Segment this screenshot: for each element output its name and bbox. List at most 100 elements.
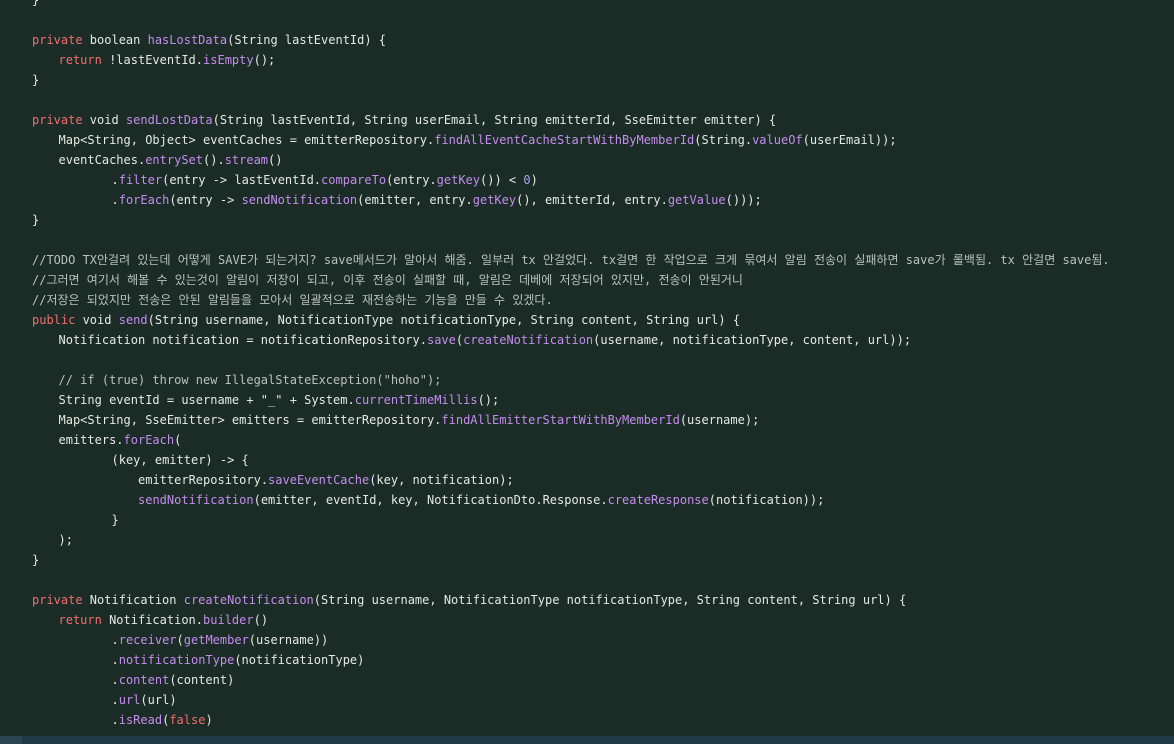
code-line[interactable]: Map<String, SseEmitter> emitters = emitt… bbox=[59, 410, 760, 430]
code-token: () bbox=[268, 153, 283, 167]
code-token: //그러면 여기서 해볼 수 있는것이 알림이 저장이 되고, 이후 전송이 실… bbox=[32, 273, 743, 287]
code-token: findAllEmitterStartWithByMemberId bbox=[441, 413, 680, 427]
code-token: (content) bbox=[169, 673, 235, 687]
code-token: . bbox=[111, 713, 119, 727]
code-token: sendLostData bbox=[125, 113, 213, 127]
code-token: compareTo bbox=[321, 173, 387, 187]
code-line[interactable]: Map<String, Object> eventCaches = emitte… bbox=[59, 130, 897, 150]
code-token: (entry -> lastEventId. bbox=[162, 173, 322, 187]
code-token: forEach bbox=[123, 433, 175, 447]
code-token: emitters. bbox=[58, 433, 124, 447]
code-line[interactable]: (key, emitter) -> { bbox=[112, 450, 249, 470]
code-line[interactable]: private boolean hasLostData(String lastE… bbox=[32, 30, 386, 50]
code-line[interactable]: // if (true) throw new IllegalStateExcep… bbox=[59, 370, 442, 390]
code-line[interactable]: } bbox=[32, 550, 39, 570]
code-token: return bbox=[58, 53, 102, 67]
code-line[interactable]: return !lastEventId.isEmpty(); bbox=[59, 50, 276, 70]
code-token: valueOf bbox=[752, 133, 803, 147]
code-token: (String lastEventId) { bbox=[227, 33, 387, 47]
code-line[interactable]: emitters.forEach( bbox=[59, 430, 182, 450]
code-token: ) bbox=[205, 713, 213, 727]
code-line[interactable]: .notificationType(notificationType) bbox=[112, 650, 365, 670]
code-token: (username, notificationType, content, ur… bbox=[593, 333, 912, 347]
code-token: save bbox=[426, 333, 456, 347]
code-token: (key, notification); bbox=[369, 473, 514, 487]
code-token: (); bbox=[477, 393, 500, 407]
code-line[interactable]: ); bbox=[59, 530, 73, 550]
code-token: //저장은 되었지만 전송은 안된 알림들을 모아서 일괄적으로 재전송하는 기… bbox=[32, 293, 553, 307]
code-token: hasLostData bbox=[147, 33, 228, 47]
status-bar bbox=[0, 736, 1174, 744]
code-line[interactable]: private Notification createNotification(… bbox=[32, 590, 906, 610]
code-token: (emitter, entry. bbox=[357, 193, 473, 207]
code-token: } bbox=[32, 0, 40, 7]
code-token: builder bbox=[203, 613, 254, 627]
code-editor[interactable]: } private boolean hasLostData(String last… bbox=[0, 0, 1174, 736]
code-token: (url) bbox=[140, 693, 177, 707]
code-token: emitterRepository. bbox=[138, 473, 269, 487]
code-line[interactable]: } bbox=[32, 0, 39, 10]
code-token: send bbox=[118, 313, 148, 327]
code-token: . bbox=[111, 693, 119, 707]
code-line[interactable]: .url(url) bbox=[112, 690, 177, 710]
code-token: Notification notification = notification… bbox=[58, 333, 427, 347]
code-token: Notification bbox=[82, 593, 184, 607]
code-line[interactable]: //TODO TX안걸려 있는데 어떻게 SAVE가 되는거지? save메서드… bbox=[32, 250, 1110, 270]
code-token: getKey bbox=[472, 193, 517, 207]
code-token: //TODO TX안걸려 있는데 어떻게 SAVE가 되는거지? save메서드… bbox=[32, 253, 1110, 267]
code-line[interactable]: Notification notification = notification… bbox=[59, 330, 912, 350]
code-token: createResponse bbox=[607, 493, 709, 507]
code-token: (String username, NotificationType notif… bbox=[313, 593, 907, 607]
code-token: findAllEventCacheStartWithByMemberId bbox=[434, 133, 695, 147]
code-line[interactable]: } bbox=[112, 510, 119, 530]
code-line[interactable]: //그러면 여기서 해볼 수 있는것이 알림이 저장이 되고, 이후 전송이 실… bbox=[32, 270, 743, 290]
code-token: (key, emitter) -> { bbox=[111, 453, 249, 467]
code-line[interactable]: String eventId = username + "_" + System… bbox=[59, 390, 500, 410]
code-token: filter bbox=[118, 173, 163, 187]
code-token: } bbox=[32, 213, 40, 227]
code-token: sendNotification bbox=[138, 493, 254, 507]
code-line[interactable]: .receiver(getMember(username)) bbox=[112, 630, 329, 650]
code-line[interactable]: return Notification.builder() bbox=[59, 610, 269, 630]
code-token: currentTimeMillis bbox=[354, 393, 478, 407]
code-token: stream bbox=[224, 153, 269, 167]
code-token: (). bbox=[203, 153, 225, 167]
code-token: (); bbox=[253, 53, 276, 67]
code-line[interactable]: .forEach(entry -> sendNotification(emitt… bbox=[112, 190, 762, 210]
code-token: url bbox=[118, 693, 141, 707]
code-token: (notificationType) bbox=[234, 653, 365, 667]
code-token: sendNotification bbox=[241, 193, 358, 207]
code-token: entrySet bbox=[145, 153, 203, 167]
code-line[interactable]: .filter(entry -> lastEventId.compareTo(e… bbox=[112, 170, 538, 190]
code-token: String eventId = username + bbox=[58, 393, 261, 407]
code-line[interactable]: private void sendLostData(String lastEve… bbox=[32, 110, 776, 130]
code-line[interactable]: .isRead(false) bbox=[112, 710, 213, 730]
code-line[interactable]: eventCaches.entrySet().stream() bbox=[59, 150, 283, 170]
code-token: // if (true) throw new IllegalStateExcep… bbox=[58, 373, 442, 387]
code-token: (username)) bbox=[248, 633, 329, 647]
code-line[interactable]: } bbox=[32, 70, 39, 90]
code-line[interactable]: public void send(String username, Notifi… bbox=[32, 310, 740, 330]
code-token: private bbox=[32, 33, 83, 47]
code-token: (), emitterId, entry. bbox=[516, 193, 668, 207]
code-token: getValue bbox=[667, 193, 726, 207]
code-token: getKey bbox=[436, 173, 481, 187]
code-line[interactable]: .content(content) bbox=[112, 670, 235, 690]
code-token: (entry -> bbox=[169, 193, 242, 207]
code-token: ( bbox=[176, 633, 184, 647]
code-line[interactable]: //저장은 되었지만 전송은 안된 알림들을 모아서 일괄적으로 재전송하는 기… bbox=[32, 290, 553, 310]
code-line[interactable]: emitterRepository.saveEventCache(key, no… bbox=[138, 470, 514, 490]
status-bar-left-segment bbox=[0, 736, 22, 744]
code-token: "_" bbox=[260, 393, 283, 407]
code-token: return bbox=[58, 613, 102, 627]
code-token: (emitter, eventId, key, NotificationDto.… bbox=[253, 493, 608, 507]
code-token: } bbox=[111, 513, 119, 527]
code-token: boolean bbox=[82, 33, 148, 47]
code-line[interactable]: sendNotification(emitter, eventId, key, … bbox=[138, 490, 824, 510]
code-token: createNotification bbox=[183, 593, 314, 607]
code-line[interactable]: } bbox=[32, 210, 39, 230]
code-token: 0 bbox=[523, 173, 531, 187]
code-token: . bbox=[111, 173, 119, 187]
code-token: !lastEventId. bbox=[101, 53, 204, 67]
code-token: Notification. bbox=[101, 613, 204, 627]
